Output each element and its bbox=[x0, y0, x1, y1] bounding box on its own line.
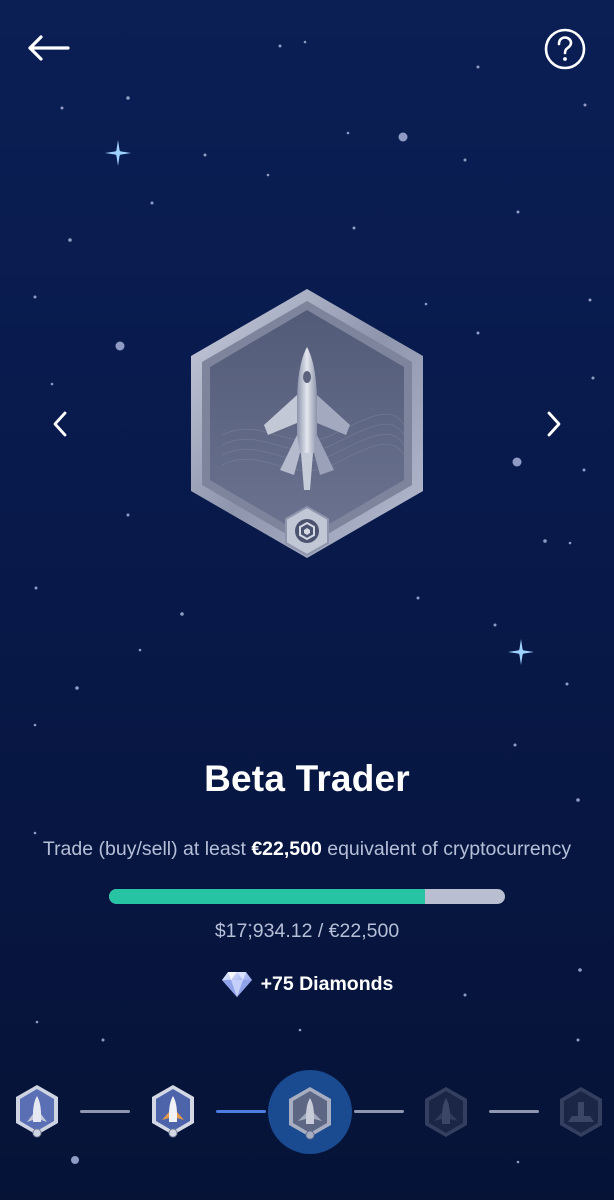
carousel-connector bbox=[216, 1110, 266, 1113]
top-bar bbox=[0, 0, 614, 100]
badge-level-3[interactable] bbox=[287, 1086, 333, 1145]
crypto-com-logo-icon bbox=[295, 519, 319, 543]
badge-title: Beta Trader bbox=[204, 758, 410, 799]
rocket-badge-icon bbox=[289, 1087, 331, 1140]
progress-label: $17,934.12 / €22,500 bbox=[214, 920, 400, 942]
carousel-connector bbox=[354, 1110, 404, 1113]
carousel-connector bbox=[489, 1110, 539, 1113]
chevron-left-icon bbox=[53, 411, 67, 437]
main-badge bbox=[182, 285, 432, 570]
rocket-badge-icon bbox=[152, 1085, 194, 1138]
badge-level-2[interactable] bbox=[150, 1084, 196, 1143]
reward: +75 Diamonds bbox=[0, 970, 614, 998]
question-circle-icon bbox=[544, 28, 586, 70]
description-suffix: equivalent of cryptocurrency bbox=[321, 838, 572, 860]
star-field bbox=[33, 40, 595, 1164]
carousel-connector bbox=[80, 1110, 130, 1113]
rocket-badge-icon bbox=[425, 1087, 467, 1137]
badge-carousel bbox=[0, 1060, 614, 1170]
help-button[interactable] bbox=[542, 26, 588, 72]
progress-bar-fill bbox=[109, 889, 425, 904]
badge-description: Trade (buy/sell) at least €22,500 equiva… bbox=[0, 838, 614, 861]
back-button[interactable] bbox=[22, 28, 74, 68]
arrow-left-icon bbox=[28, 35, 70, 61]
rocket-badge-icon bbox=[191, 289, 423, 558]
chevron-right-icon bbox=[547, 411, 561, 437]
description-amount: €22,500 bbox=[251, 838, 322, 860]
progress-bar bbox=[109, 889, 505, 904]
description-prefix: Trade (buy/sell) at least bbox=[42, 838, 252, 860]
badge-level-4[interactable] bbox=[423, 1086, 469, 1145]
next-badge-button[interactable] bbox=[534, 404, 574, 444]
previous-badge-button[interactable] bbox=[40, 404, 80, 444]
diamond-icon bbox=[221, 972, 252, 997]
rocket-badge-icon bbox=[560, 1087, 602, 1137]
rocket-badge-icon bbox=[16, 1085, 58, 1138]
reward-label: +75 Diamonds bbox=[260, 972, 394, 995]
badge-level-5[interactable] bbox=[558, 1086, 604, 1145]
badge-level-1[interactable] bbox=[14, 1084, 60, 1143]
